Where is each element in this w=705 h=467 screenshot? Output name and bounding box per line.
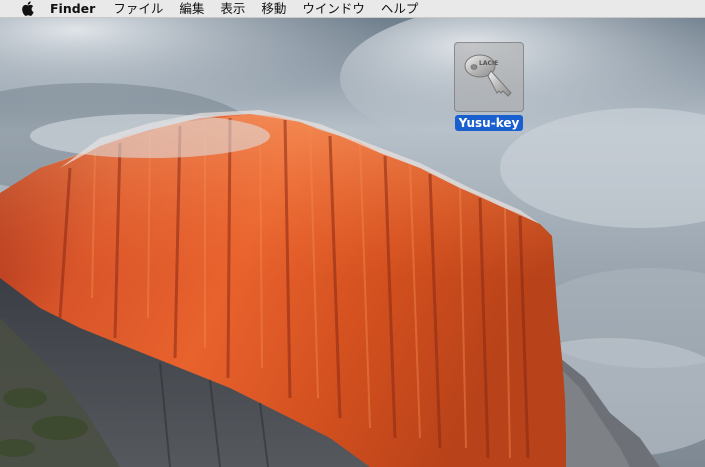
desktop-icon-yusu-key[interactable]: LACIE Yusu-key [448,42,530,131]
key-drive-icon[interactable]: LACIE [454,42,524,112]
desktop-icon-label[interactable]: Yusu-key [454,115,524,131]
menu-go[interactable]: 移動 [261,0,286,18]
desktop-wallpaper [0,18,705,467]
menu-window[interactable]: ウインドウ [302,0,365,18]
apple-icon[interactable] [20,1,34,16]
menu-edit[interactable]: 編集 [179,0,204,18]
svg-text:LACIE: LACIE [479,60,498,67]
menu-finder[interactable]: Finder [50,0,95,18]
menu-help[interactable]: ヘルプ [381,0,419,18]
menu-bar: Finder ファイル 編集 表示 移動 ウインドウ ヘルプ [0,0,705,18]
desktop-screen: Finder ファイル 編集 表示 移動 ウインドウ ヘルプ LACIE Yus… [0,0,705,467]
menu-file[interactable]: ファイル [113,0,163,18]
menu-view[interactable]: 表示 [220,0,245,18]
